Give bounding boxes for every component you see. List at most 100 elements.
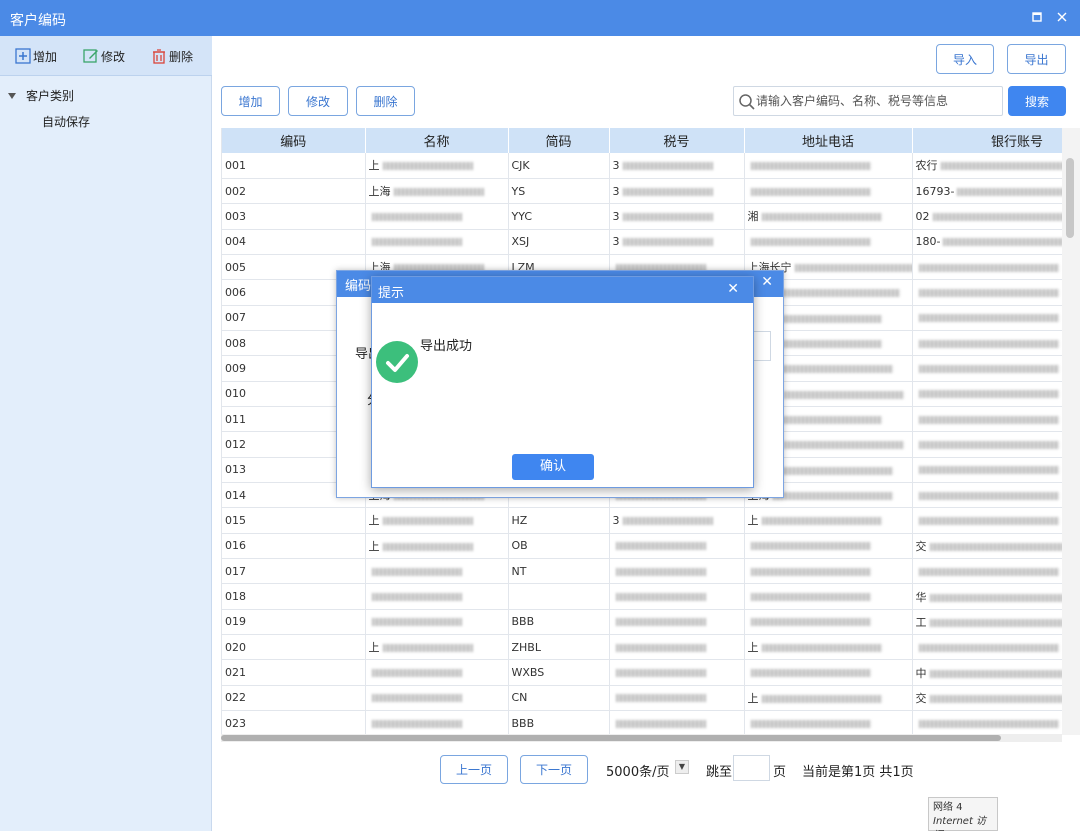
table-cell-name [365,609,509,636]
vertical-scrollbar[interactable] [1062,128,1080,735]
table-cell-short: XSJ [508,229,610,255]
table-cell-tax [609,558,745,585]
table-cell-code: 003 [222,203,366,230]
tree-node-auto-save[interactable]: 自动保存 [42,113,90,130]
caret-down-icon[interactable] [8,93,16,99]
sidebar-delete-button[interactable]: 删除 [151,48,193,66]
table-cell-bank: 交 [912,533,1062,560]
table-cell-addr: 上 [744,634,913,661]
encoding-dialog-title: 编码 [345,279,372,294]
table-cell-bank [912,482,1062,509]
table-row[interactable]: 004 XSJ 3 180- [222,229,1062,255]
table-row[interactable]: 018 华 [222,583,1062,610]
table-cell-name [365,659,509,686]
table-cell-bank [912,254,1062,281]
table-cell-tax [609,710,745,735]
table-cell-bank: 交 [912,685,1062,712]
table-row[interactable]: 021 WXBS 中 [222,659,1062,686]
import-button[interactable]: 导入 [936,44,994,74]
column-header-short[interactable]: 简码 [508,128,610,153]
add-button[interactable]: 增加 [221,86,280,116]
table-cell-bank [912,710,1062,735]
table-cell-name: 上 [365,153,509,179]
table-cell-addr [744,229,913,255]
table-cell-short: YS [508,178,610,205]
sidebar-toolbar: 增加 修改 删除 [0,36,212,76]
close-icon[interactable]: ✕ [727,281,739,297]
close-icon[interactable] [1052,8,1072,28]
window-title-bar: 客户编码 [0,0,1080,36]
maximize-icon[interactable] [1027,8,1047,28]
table-row[interactable]: 023 BBB [222,710,1062,735]
column-header-name[interactable]: 名称 [365,128,509,153]
table-cell-addr [744,583,913,610]
tree-node-customer-category[interactable]: 客户类别 [8,87,74,104]
table-cell-bank: 农行 [912,153,1062,179]
edit-icon [83,49,98,63]
tree-root-label: 客户类别 [26,89,75,103]
prev-page-button[interactable]: 上一页 [440,755,508,784]
table-cell-addr [744,710,913,735]
table-cell-name [365,685,509,712]
export-button[interactable]: 导出 [1007,44,1066,74]
horizontal-scrollbar[interactable] [221,734,1062,742]
chevron-down-icon[interactable]: ▼ [675,760,689,774]
column-header-address-phone[interactable]: 地址电话 [744,128,913,153]
table-cell-short: BBB [508,710,610,735]
search-input[interactable] [756,91,996,111]
sidebar-edit-button[interactable]: 修改 [83,48,125,66]
table-cell-bank [912,305,1062,331]
table-cell-name [365,558,509,585]
table-cell-short: ZHBL [508,634,610,661]
table-cell-tax [609,533,745,560]
next-page-button[interactable]: 下一页 [520,755,588,784]
table-row[interactable]: 002 上海 YS 3 16793- [222,178,1062,205]
table-cell-name: 上海 [365,178,509,205]
network-tooltip-line1: 网络 4 [933,802,963,813]
column-header-bank-account[interactable]: 银行账号 [912,128,1062,153]
plus-square-icon [15,48,31,64]
sidebar-edit-label: 修改 [101,50,126,64]
search-box [733,86,1003,116]
prompt-dialog-header: 提示 ✕ [372,277,753,303]
confirm-button[interactable]: 确认 [512,454,594,480]
page-status: 当前是第1页 共1页 [802,765,914,780]
prompt-message: 导出成功 [420,339,473,354]
close-icon[interactable]: ✕ [761,274,773,290]
success-check-icon [376,341,418,383]
sidebar-add-button[interactable]: 增加 [15,48,57,66]
jump-page-input[interactable] [733,755,770,781]
network-tooltip-line2: Internet 访问 [933,816,987,831]
table-row[interactable]: 017 NT [222,558,1062,585]
table-cell-code: 017 [222,558,366,585]
table-cell-short: CN [508,685,610,712]
page-size-select[interactable]: 5000条/页 [606,761,669,780]
table-cell-name [365,229,509,255]
table-row[interactable]: 020 上 ZHBL 上 [222,634,1062,661]
table-cell-bank: 16793- [912,178,1062,205]
column-header-tax[interactable]: 税号 [609,128,745,153]
table-cell-code: 001 [222,153,366,179]
sidebar: 增加 修改 删除 客户类别 自动保存 [0,36,212,831]
table-cell-addr [744,659,913,686]
table-row[interactable]: 015 上 HZ 3 上 [222,507,1062,534]
table-cell-name: 上 [365,533,509,560]
table-cell-bank: 180- [912,229,1062,255]
table-row[interactable]: 001 上 CJK 3 农行 [222,153,1062,179]
edit-button[interactable]: 修改 [288,86,348,116]
table-cell-bank [912,355,1062,382]
table-cell-bank [912,279,1062,306]
table-header-row: 编码 名称 简码 税号 地址电话 银行账号 [222,128,1062,153]
delete-button[interactable]: 删除 [356,86,415,116]
table-cell-code: 022 [222,685,366,712]
table-row[interactable]: 003 YYC 3 湘 02 [222,203,1062,230]
search-button[interactable]: 搜索 [1008,86,1066,116]
table-cell-bank: 中 [912,659,1062,686]
column-header-code[interactable]: 编码 [222,128,366,153]
prompt-dialog-title: 提示 [378,286,405,301]
table-row[interactable]: 022 CN 上交 [222,685,1062,712]
table-row[interactable]: 019 BBB 工 [222,609,1062,636]
table-row[interactable]: 016 上 OB 交 [222,533,1062,560]
table-cell-code: 004 [222,229,366,255]
table-cell-bank [912,431,1062,458]
